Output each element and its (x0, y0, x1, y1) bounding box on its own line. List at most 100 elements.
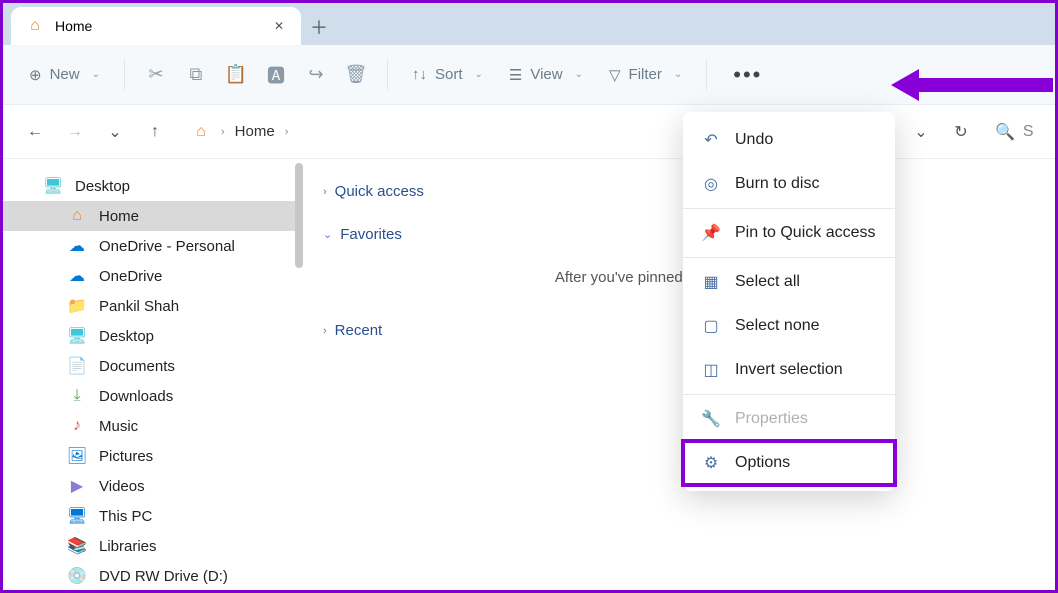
folder-icon: ⤓ (67, 386, 87, 406)
filter-icon: ▽ (609, 66, 621, 84)
chevron-right-icon: › (285, 126, 289, 138)
sidebar-item-label: Pictures (99, 448, 153, 465)
menu-label: Properties (735, 410, 808, 428)
close-icon[interactable]: ✕ (271, 18, 287, 34)
menu-select-all[interactable]: ▦ Select all (683, 260, 895, 304)
content: › Quick access ⌄ Favorites After you've … (303, 159, 1055, 590)
folder-icon: 📁 (67, 296, 87, 316)
sidebar-item-home[interactable]: ⌂Home (3, 201, 303, 231)
sidebar-item-desktop[interactable]: 🖥Desktop (3, 321, 303, 351)
new-button[interactable]: ⊕ New ⌄ (21, 60, 108, 90)
section-label: Favorites (340, 226, 402, 243)
new-label: New (50, 66, 80, 83)
filter-label: Filter (629, 66, 662, 83)
sidebar-item-dvd-rw-drive-d-[interactable]: 💿DVD RW Drive (D:) (3, 561, 303, 590)
sidebar-item-onedrive[interactable]: ☁ OneDrive (3, 261, 303, 291)
gear-icon: ⚙ (701, 453, 721, 473)
sidebar-item-videos[interactable]: ▶Videos (3, 471, 303, 501)
search-input[interactable]: 🔍 S (987, 122, 1037, 142)
chevron-right-icon: › (323, 325, 327, 337)
invert-icon: ◫ (701, 360, 721, 380)
sidebar-item-label: Libraries (99, 538, 157, 555)
sidebar-item-libraries[interactable]: 📚Libraries (3, 531, 303, 561)
main: 🖥Desktop⌂Home☁OneDrive - Personal☁OneDri… (3, 159, 1055, 590)
paste-icon[interactable]: 📋 (221, 60, 251, 90)
rename-icon[interactable]: 🅰 (261, 60, 291, 90)
sidebar-item-this-pc[interactable]: 🖥This PC (3, 501, 303, 531)
sort-button[interactable]: ↑↓ Sort ⌄ (404, 60, 491, 89)
sidebar: 🖥Desktop⌂Home☁OneDrive - Personal☁OneDri… (3, 159, 303, 590)
share-icon[interactable]: ↪ (301, 60, 331, 90)
sidebar-item-pankil-shah[interactable]: 📁 Pankil Shah (3, 291, 303, 321)
chevron-right-icon: › (221, 126, 225, 138)
sidebar-item-desktop[interactable]: 🖥 Desktop (3, 171, 303, 201)
sidebar-item-label: This PC (99, 508, 152, 525)
separator (706, 60, 707, 90)
section-label: Quick access (335, 183, 424, 200)
sidebar-item-label: OneDrive - Personal (99, 238, 235, 255)
menu-separator (683, 394, 895, 395)
cut-icon[interactable]: ✂ (141, 60, 171, 90)
section-favorites[interactable]: ⌄ Favorites (323, 218, 1035, 261)
chevron-down-icon: ⌄ (92, 69, 100, 80)
sidebar-item-pictures[interactable]: 🖼 Pictures (3, 441, 303, 471)
menu-label: Select all (735, 273, 800, 291)
sidebar-item-documents[interactable]: 📄Documents (3, 351, 303, 381)
menu-pin[interactable]: 📌 Pin to Quick access (683, 211, 895, 255)
search-icon: 🔍 (995, 122, 1015, 142)
up-button[interactable]: ↑ (141, 118, 169, 146)
folder-icon: 🖼 (67, 446, 87, 466)
disc-icon: ◎ (701, 174, 721, 194)
delete-icon[interactable]: 🗑 (341, 60, 371, 90)
menu-separator (683, 208, 895, 209)
sidebar-item-music[interactable]: ♪Music (3, 411, 303, 441)
sidebar-item-label: Downloads (99, 388, 173, 405)
menu-burn[interactable]: ◎ Burn to disc (683, 162, 895, 206)
history-dropdown[interactable]: ⌄ (907, 118, 935, 146)
menu-label: Options (735, 454, 790, 472)
menu-label: Select none (735, 317, 820, 335)
sidebar-item-label: Pankil Shah (99, 298, 179, 315)
breadcrumb-location: Home (235, 123, 275, 140)
section-quick-access[interactable]: › Quick access (323, 175, 1035, 218)
menu-properties: 🔧 Properties (683, 397, 895, 441)
refresh-button[interactable]: ↻ (947, 118, 975, 146)
nav-row: ← → ⌄ ↑ ⌂ › Home › ⌄ ↻ 🔍 S (3, 105, 1055, 159)
menu-undo[interactable]: ↶ Undo (683, 118, 895, 162)
chevron-down-icon: ⌄ (475, 69, 483, 80)
recent-dropdown[interactable]: ⌄ (101, 118, 129, 146)
filter-button[interactable]: ▽ Filter ⌄ (601, 60, 690, 90)
back-button[interactable]: ← (21, 118, 49, 146)
folder-icon: ☁ (67, 266, 87, 286)
copy-icon[interactable]: ⧉ (181, 60, 211, 90)
sidebar-item-label: OneDrive (99, 268, 162, 285)
view-label: View (530, 66, 562, 83)
toolbar: ⊕ New ⌄ ✂ ⧉ 📋 🅰 ↪ 🗑 ↑↓ Sort ⌄ ☰ View ⌄ ▽… (3, 45, 1055, 105)
sidebar-item-label: Desktop (75, 178, 130, 195)
new-tab-button[interactable]: ＋ (301, 9, 337, 45)
home-icon: ⌂ (25, 16, 45, 36)
select-all-icon: ▦ (701, 272, 721, 292)
section-recent[interactable]: › Recent (323, 314, 1035, 357)
undo-icon: ↶ (701, 130, 721, 150)
menu-separator (683, 257, 895, 258)
menu-options[interactable]: ⚙ Options (683, 441, 895, 485)
folder-icon: ▶ (67, 476, 87, 496)
view-button[interactable]: ☰ View ⌄ (501, 60, 591, 90)
sidebar-item-downloads[interactable]: ⤓ Downloads (3, 381, 303, 411)
sort-icon: ↑↓ (412, 66, 427, 83)
folder-icon: 🖥 (43, 176, 63, 196)
menu-select-none[interactable]: ▢ Select none (683, 304, 895, 348)
folder-icon: ☁ (67, 236, 87, 256)
sidebar-item-onedrive-personal[interactable]: ☁ OneDrive - Personal (3, 231, 303, 261)
menu-label: Pin to Quick access (735, 224, 876, 242)
folder-icon: ♪ (67, 416, 87, 436)
folder-icon: 🖥 (67, 326, 87, 346)
tab-home[interactable]: ⌂ Home ✕ (11, 7, 301, 45)
forward-button[interactable]: → (61, 118, 89, 146)
home-icon: ⌂ (191, 122, 211, 142)
chevron-down-icon: ⌄ (674, 69, 682, 80)
menu-invert-selection[interactable]: ◫ Invert selection (683, 348, 895, 392)
sidebar-item-label: Home (99, 208, 139, 225)
more-button[interactable]: ••• (723, 58, 772, 92)
